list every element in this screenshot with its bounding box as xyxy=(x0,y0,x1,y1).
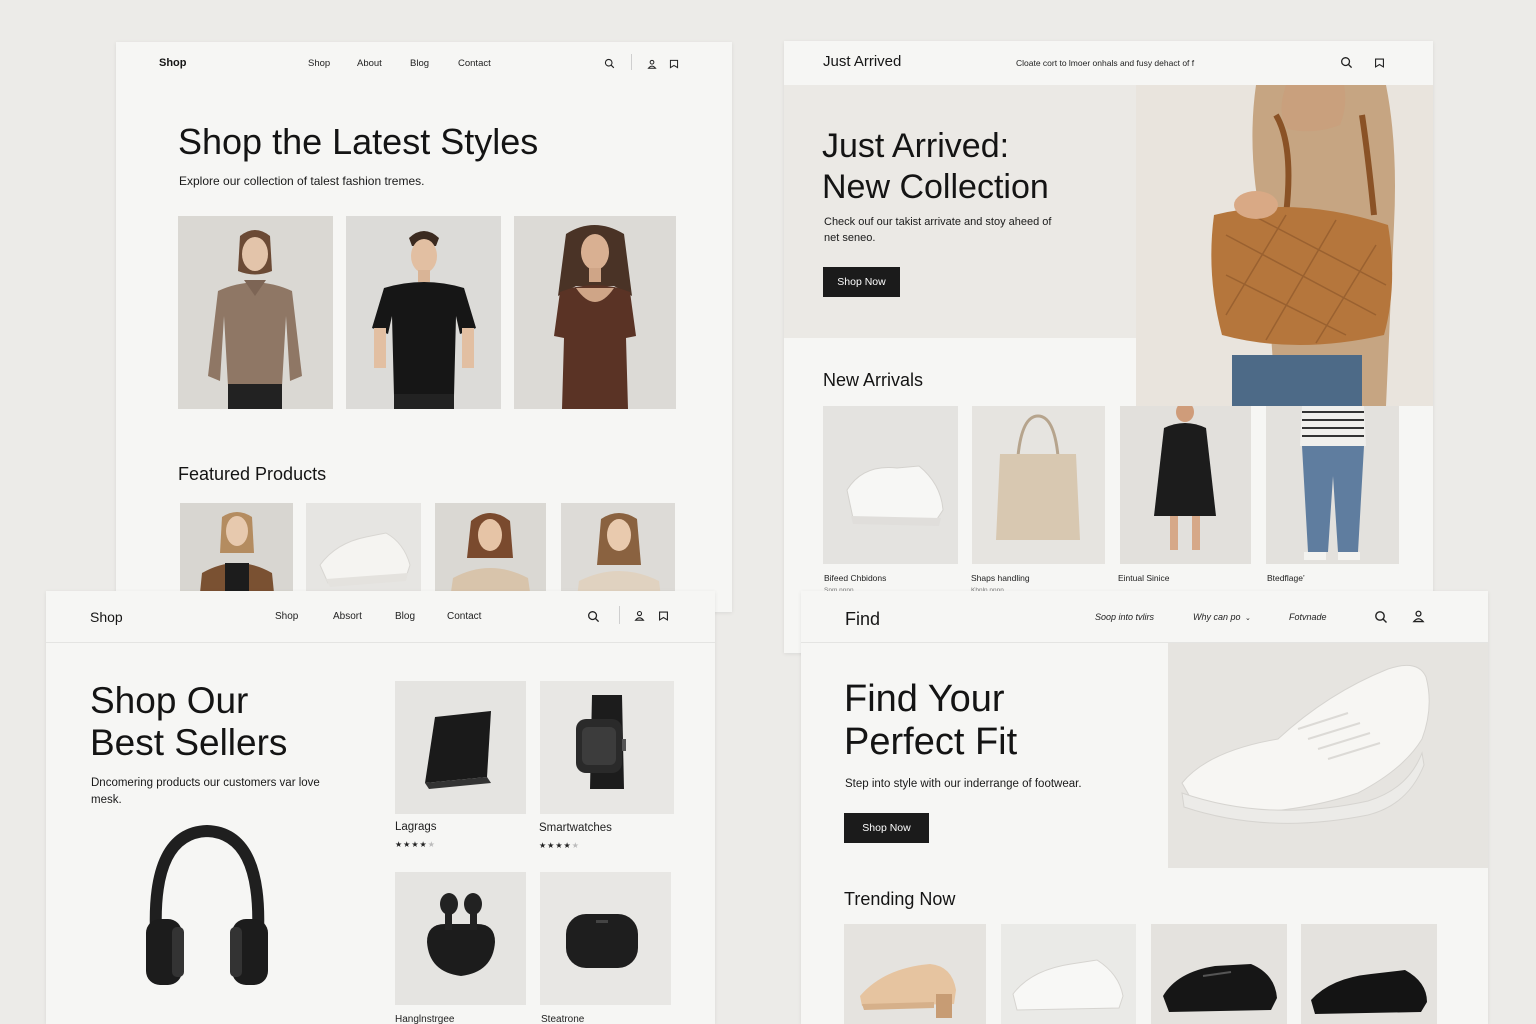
nav-blog[interactable]: Blog xyxy=(410,58,429,69)
cart-icon[interactable] xyxy=(1374,56,1385,68)
hero-image-sneaker xyxy=(1168,643,1488,868)
hero-subtitle: Dncomering products our customers var lo… xyxy=(91,777,320,806)
product-name[interactable]: Lagrags xyxy=(395,821,437,833)
product-name[interactable]: Shaps handling xyxy=(971,573,1030,583)
hero-title-line1: Just Arrived: xyxy=(822,127,1010,165)
nav-blog[interactable]: Blog xyxy=(395,611,415,622)
cart-icon[interactable] xyxy=(658,609,669,621)
product-name[interactable]: Steatrone xyxy=(541,1014,584,1024)
trending-product-flat[interactable] xyxy=(1301,924,1437,1024)
search-icon[interactable] xyxy=(587,610,600,623)
search-icon[interactable] xyxy=(1340,56,1353,69)
new-arrival-dress[interactable] xyxy=(1120,406,1251,564)
search-icon[interactable] xyxy=(604,56,615,69)
trending-product-loafer[interactable] xyxy=(1151,924,1287,1024)
trending-product-sandal[interactable] xyxy=(844,924,986,1024)
hero-title-line1: Find Your xyxy=(844,678,1005,720)
nav-about[interactable]: Absort xyxy=(333,611,362,622)
site-logo[interactable]: Shop xyxy=(159,57,187,69)
shop-latest-styles-page: Shop Shop About Blog Contact Shop the La… xyxy=(116,42,732,612)
nav-divider xyxy=(619,606,620,624)
new-arrival-sneaker[interactable] xyxy=(823,406,958,564)
nav-item[interactable]: Fotvnade xyxy=(1289,612,1327,622)
hero-title-line2: Best Sellers xyxy=(90,722,288,763)
section-title-featured: Featured Products xyxy=(178,464,327,484)
site-logo[interactable]: Shop xyxy=(90,609,123,625)
section-title-new-arrivals: New Arrivals xyxy=(823,370,924,390)
product-name[interactable]: Bifeed Chbidons xyxy=(824,573,886,583)
nav-dropdown[interactable]: Why can po ⌄ xyxy=(1193,612,1251,622)
shop-now-button[interactable]: Shop Now xyxy=(844,813,929,843)
product-name[interactable]: Eintual Sinice xyxy=(1118,573,1170,583)
nav-dropdown-label: Why can po xyxy=(1193,612,1241,622)
new-arrival-tote[interactable] xyxy=(972,406,1105,564)
nav-about[interactable]: About xyxy=(357,58,382,69)
product-name[interactable]: Hanglnstrgee xyxy=(395,1014,454,1024)
hero-title-line2: Perfect Fit xyxy=(844,721,1018,763)
header-tagline: Cloate cort to lmoer onhals and fusy deh… xyxy=(1016,58,1195,68)
product-rating: ★★★★★ xyxy=(539,841,580,850)
nav-item[interactable]: Soop into tvlirs xyxy=(1095,612,1154,622)
headphones-image[interactable] xyxy=(142,823,272,993)
search-icon[interactable] xyxy=(1374,610,1388,624)
nav-divider xyxy=(631,54,632,70)
page-title: Shop the Latest Styles xyxy=(178,121,539,162)
product-image-case[interactable] xyxy=(540,872,671,1005)
product-name[interactable]: Smartwatches xyxy=(539,822,612,834)
nav-shop[interactable]: Shop xyxy=(275,611,298,622)
product-image-smartwatch[interactable] xyxy=(540,681,674,814)
product-rating: ★★★★★ xyxy=(395,840,436,849)
page-subtitle: Explore our collection of talest fashion… xyxy=(179,174,425,188)
find-your-fit-page: Find Soop into tvlirs Why can po ⌄ Fotvn… xyxy=(801,591,1488,1024)
product-image-sweater[interactable] xyxy=(178,216,333,409)
account-icon[interactable] xyxy=(647,56,657,69)
nav-contact[interactable]: Contact xyxy=(447,611,481,622)
cart-icon[interactable] xyxy=(669,56,679,69)
account-icon[interactable] xyxy=(634,609,645,622)
hero-background xyxy=(784,85,1136,338)
hero-title-line1: Shop Our xyxy=(90,680,249,721)
site-logo[interactable]: Find xyxy=(845,609,880,630)
product-name[interactable]: Btedflage’ xyxy=(1267,573,1305,583)
hero-subtitle: Step into style with our inderrange of f… xyxy=(845,778,1082,790)
product-image-earbuds[interactable] xyxy=(395,872,526,1005)
product-image-tshirt[interactable] xyxy=(346,216,501,409)
account-icon[interactable] xyxy=(1412,609,1425,623)
hero-image-handbag xyxy=(1136,85,1433,406)
new-arrival-jeans[interactable] xyxy=(1266,406,1399,564)
shop-now-button[interactable]: Shop Now xyxy=(823,267,900,297)
site-logo[interactable]: Just Arrived xyxy=(823,53,901,70)
just-arrived-page: Just Arrived Cloate cort to lmoer onhals… xyxy=(784,41,1433,653)
section-title-trending: Trending Now xyxy=(844,889,956,909)
best-sellers-page: Shop Shop Absort Blog Contact Shop Our B… xyxy=(46,591,715,1024)
hero-title-line2: New Collection xyxy=(822,168,1049,206)
chevron-down-icon: ⌄ xyxy=(1245,615,1251,622)
trending-product-sneaker[interactable] xyxy=(1001,924,1136,1024)
nav-contact[interactable]: Contact xyxy=(458,58,491,69)
product-image-laptop[interactable] xyxy=(395,681,526,814)
header-border xyxy=(46,642,715,643)
hero-subtitle: Check ouf our takist arrivate and stoy a… xyxy=(824,216,1052,244)
nav-shop[interactable]: Shop xyxy=(308,58,330,69)
product-image-dress[interactable] xyxy=(514,216,676,409)
